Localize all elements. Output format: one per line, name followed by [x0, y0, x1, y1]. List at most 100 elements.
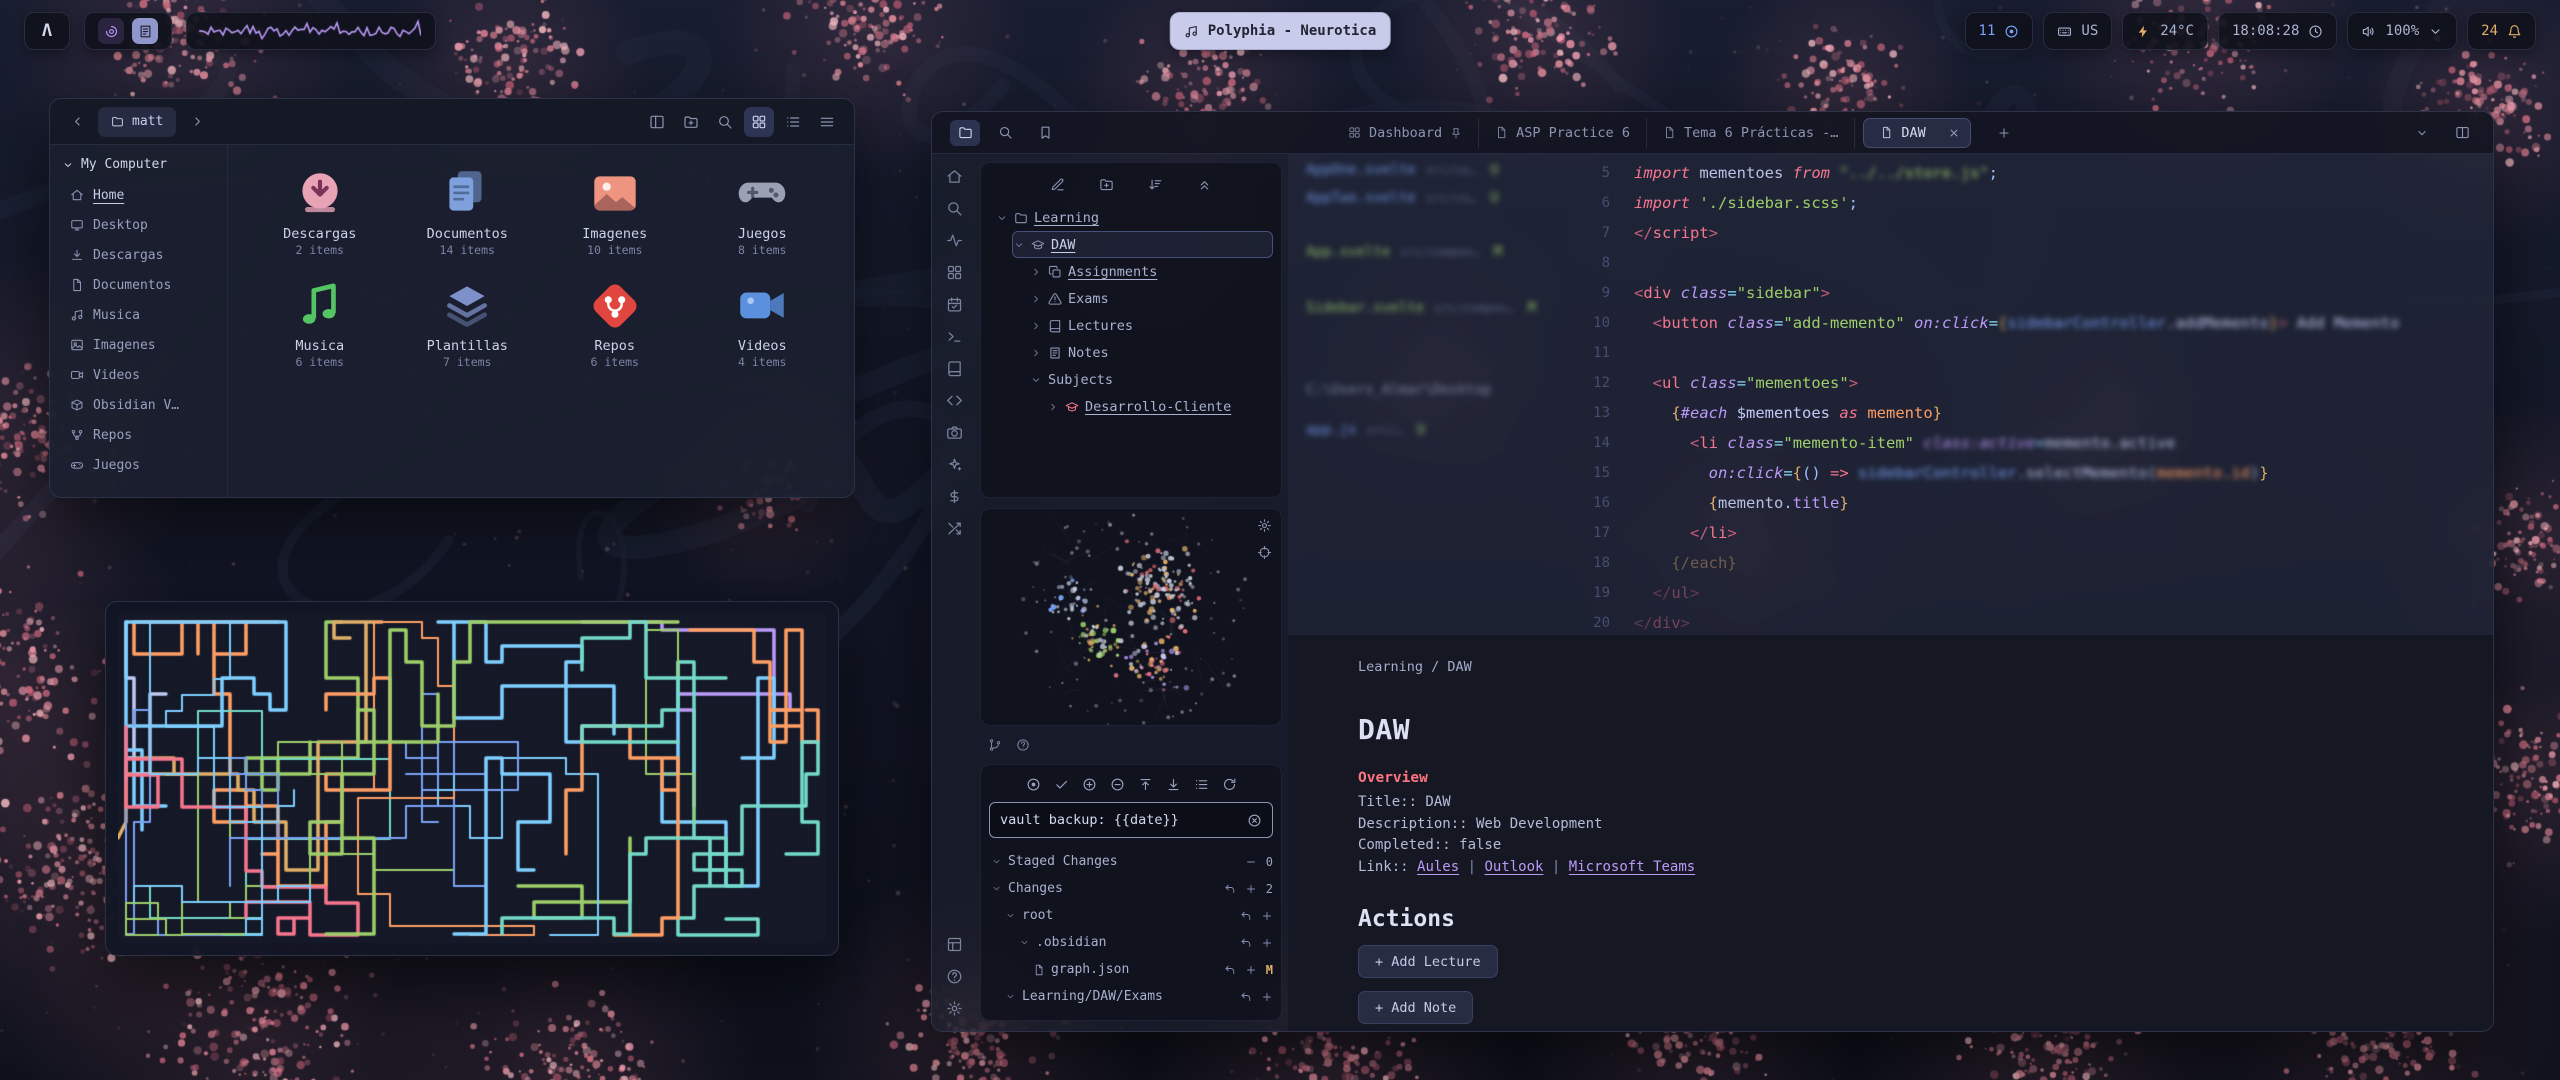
launcher-button[interactable]: Λ [24, 12, 70, 50]
note-breadcrumb[interactable]: Learning / DAW [1358, 659, 2453, 675]
panes-button[interactable] [642, 107, 672, 137]
note-preview-region[interactable]: Learning / DAW DAW Overview Title:: DAWD… [1288, 634, 2493, 1031]
graph-settings-button[interactable] [1257, 518, 1272, 533]
notifications-widget[interactable]: 24 [2467, 12, 2536, 50]
sidebar-item-repos[interactable]: Repos [50, 420, 227, 450]
ribbon-book-button[interactable] [946, 360, 963, 377]
ribbon-camera-button[interactable] [946, 424, 963, 441]
ribbon-terminal-button[interactable] [946, 328, 963, 345]
ribbon-search-button[interactable] [946, 200, 963, 217]
now-playing-widget[interactable]: Polyphia - Neurotica [1170, 12, 1391, 50]
search-button[interactable] [710, 107, 740, 137]
sidebar-switch-bookmark-button[interactable] [1030, 120, 1060, 146]
tab-dashboard[interactable]: Dashboard [1332, 118, 1479, 148]
weather-widget[interactable]: 24°C [2122, 12, 2208, 50]
tree-item-subjects[interactable]: Subjects [1029, 366, 1273, 393]
back-button[interactable] [62, 107, 92, 137]
git-pull-button[interactable] [1166, 777, 1181, 792]
grid-button[interactable] [744, 107, 774, 137]
sidebar-item-imagenes[interactable]: Imagenes [50, 330, 227, 360]
folder-plus-button[interactable] [676, 107, 706, 137]
ribbon-dollar-button[interactable] [946, 488, 963, 505]
note-link-microsoft-teams[interactable]: Microsoft Teams [1569, 859, 1695, 875]
graph-filter-button[interactable] [1257, 545, 1272, 560]
sidebar-item-juegos[interactable]: Juegos [50, 450, 227, 480]
git-row-obsidian[interactable]: .obsidian [989, 929, 1273, 956]
action-button-add-lecture[interactable]: + Add Lecture [1358, 945, 1498, 978]
ribbon-activity-button[interactable] [946, 232, 963, 249]
tab-daw[interactable]: DAW [1863, 118, 1970, 148]
sort-button[interactable] [1148, 177, 1163, 192]
split-editor-button[interactable] [2447, 118, 2477, 148]
ribbon-grid-button[interactable] [946, 264, 963, 281]
tab-asp-practice-6[interactable]: ASP Practice 6 [1479, 118, 1647, 148]
undo-action-icon[interactable] [1240, 937, 1252, 949]
undo-action-icon[interactable] [1224, 883, 1236, 895]
keyboard-layout-widget[interactable]: US [2043, 12, 2112, 50]
sidebar-switch-folder-button[interactable] [950, 120, 980, 146]
plus-action-icon[interactable] [1261, 910, 1273, 922]
folder-repos[interactable]: Repos6 items [541, 271, 689, 375]
ribbon-gear-button[interactable] [946, 1000, 963, 1017]
note-link-outlook[interactable]: Outlook [1484, 859, 1543, 875]
new-tab-button[interactable] [1989, 118, 2019, 148]
clock-widget[interactable]: 18:08:28 [2218, 12, 2337, 50]
help-chip-button[interactable] [1016, 738, 1030, 752]
forward-button[interactable] [182, 107, 212, 137]
tree-item-desarrollo-cliente[interactable]: Desarrollo-Cliente [1046, 393, 1273, 420]
undo-action-icon[interactable] [1240, 991, 1252, 1003]
sidebar-item-obsidian-v[interactable]: Obsidian V… [50, 390, 227, 420]
code-editor-region[interactable]: AppOne.sveltesrc/co…UAppTwo.sveltesrc/co… [1288, 154, 2493, 634]
plus-action-icon[interactable] [1245, 883, 1257, 895]
tree-item-exams[interactable]: Exams [1029, 285, 1273, 312]
sidebar-item-descargas[interactable]: Descargas [50, 240, 227, 270]
updates-widget[interactable]: 11 [1965, 12, 2034, 50]
collapse-button[interactable] [1197, 177, 1212, 192]
folder-plus-button[interactable] [1099, 177, 1114, 192]
ribbon-home-button[interactable] [946, 168, 963, 185]
sidebar-item-documentos[interactable]: Documentos [50, 270, 227, 300]
folder-documentos[interactable]: Documentos14 items [394, 159, 542, 263]
folder-musica[interactable]: Musica6 items [246, 271, 394, 375]
minus-action-icon[interactable] [1245, 856, 1257, 868]
ribbon-help-button[interactable] [946, 968, 963, 985]
tree-item-lectures[interactable]: Lectures [1029, 312, 1273, 339]
tab-list-button[interactable] [2407, 118, 2437, 148]
git-row-root[interactable]: root [989, 902, 1273, 929]
sidebar-item-videos[interactable]: Videos [50, 360, 227, 390]
branch-chip-button[interactable] [988, 738, 1002, 752]
sidebar-item-desktop[interactable]: Desktop [50, 210, 227, 240]
sidebar-switch-search-button[interactable] [990, 120, 1020, 146]
tree-item-assignments[interactable]: Assignments [1029, 258, 1273, 285]
close-tab-button[interactable] [1948, 127, 1960, 139]
sidebar-section-title[interactable]: My Computer [50, 155, 227, 180]
action-button-add-note[interactable]: + Add Note [1358, 991, 1473, 1024]
folder-imagenes[interactable]: Imagenes10 items [541, 159, 689, 263]
folder-juegos[interactable]: Juegos8 items [689, 159, 837, 263]
git-backup-button[interactable] [1054, 777, 1069, 792]
git-push-button[interactable] [1138, 777, 1153, 792]
commit-message-input[interactable]: vault backup: {{date}} [989, 802, 1273, 838]
undo-action-icon[interactable] [1240, 910, 1252, 922]
git-stage-all-button[interactable] [1082, 777, 1097, 792]
list-button[interactable] [778, 107, 808, 137]
ribbon-sparkles-button[interactable] [946, 456, 963, 473]
tree-item-learning[interactable]: Learning [995, 204, 1273, 231]
plus-action-icon[interactable] [1261, 991, 1273, 1003]
git-row-staged-changes[interactable]: Staged Changes0 [989, 848, 1273, 875]
folder-videos[interactable]: Videos4 items [689, 271, 837, 375]
clear-message-button[interactable] [1247, 813, 1262, 828]
menu-button[interactable] [812, 107, 842, 137]
tree-item-notes[interactable]: Notes [1029, 339, 1273, 366]
folder-descargas[interactable]: Descargas2 items [246, 159, 394, 263]
sidebar-item-home[interactable]: Home [50, 180, 227, 210]
git-row-learning-daw-exams[interactable]: Learning/DAW/Exams [989, 983, 1273, 1010]
ribbon-layout-button[interactable] [946, 936, 963, 953]
ribbon-code-button[interactable] [946, 392, 963, 409]
swirl-launcher-button[interactable] [98, 18, 124, 44]
git-change-list-button[interactable] [1194, 777, 1209, 792]
git-commit-button[interactable] [1026, 777, 1041, 792]
tab-tema-6-pr-cticas[interactable]: Tema 6 Prácticas -… [1647, 118, 1855, 148]
volume-widget[interactable]: 100% [2347, 12, 2457, 50]
ribbon-shuffle-button[interactable] [946, 520, 963, 537]
